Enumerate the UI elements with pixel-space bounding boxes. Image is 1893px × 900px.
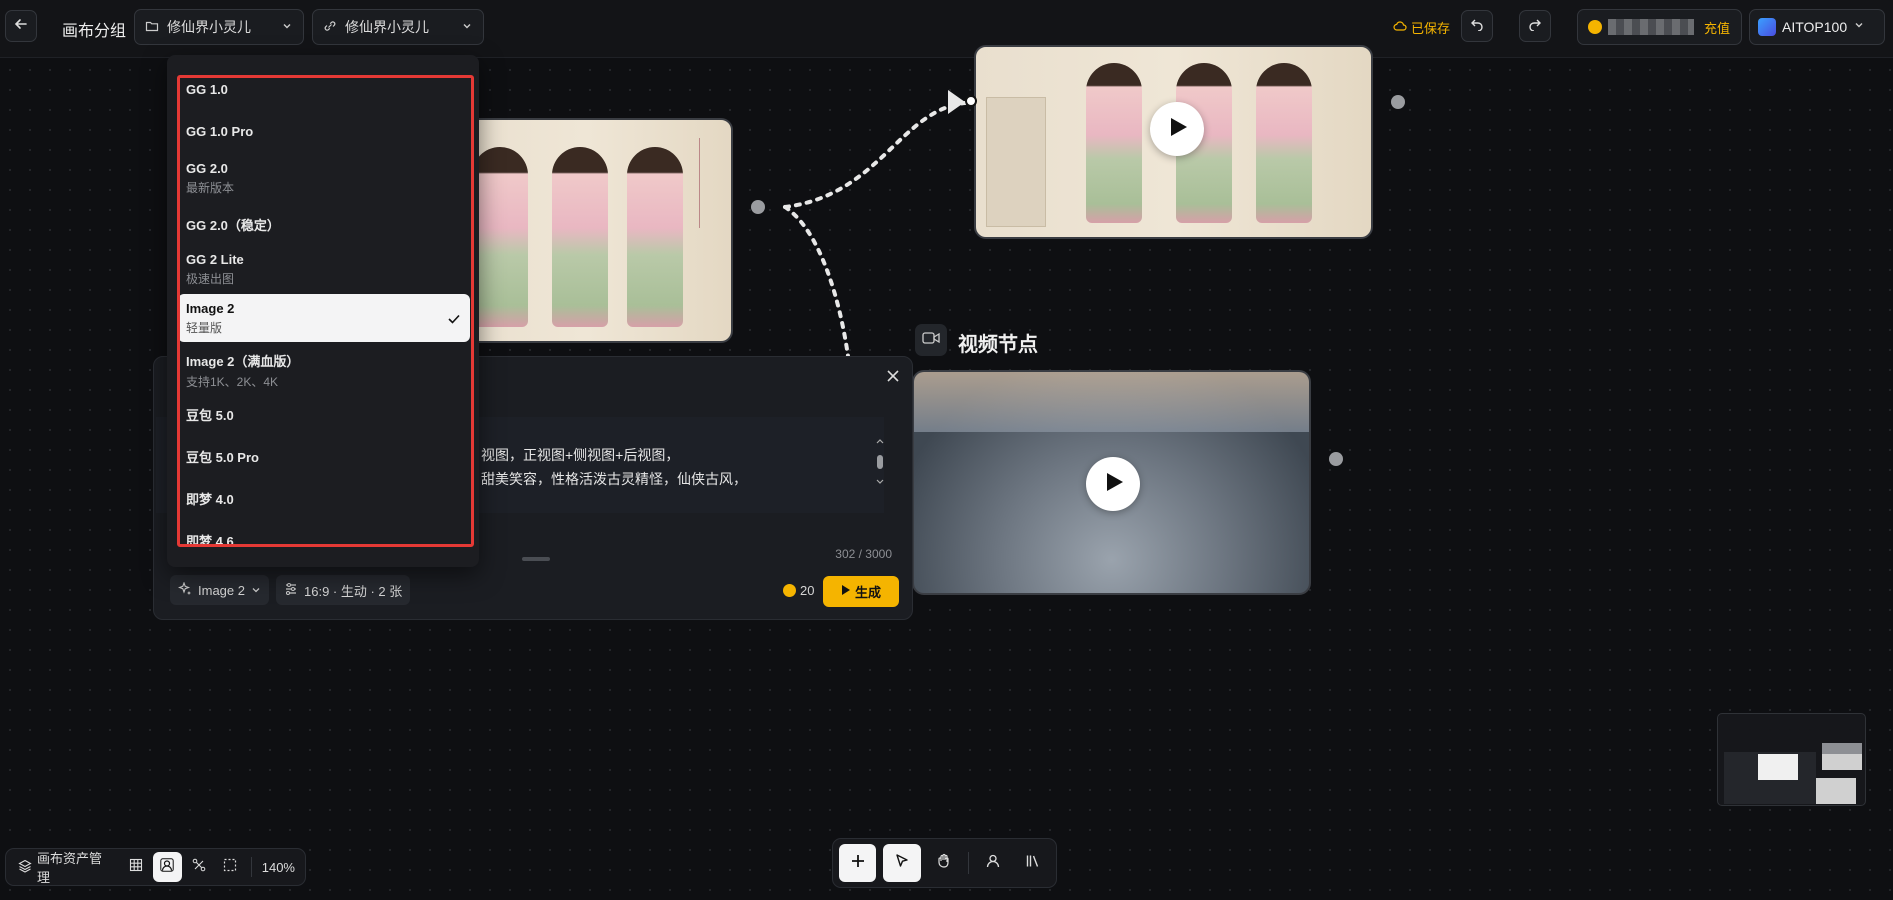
model-option[interactable]: 豆包 5.0 Pro [178, 447, 470, 477]
char-counter: 302 / 3000 [835, 547, 892, 561]
pan-tool-button[interactable] [928, 844, 961, 882]
character-figure [1086, 63, 1142, 223]
character-figure [1256, 63, 1312, 223]
zoom-level[interactable]: 140% [258, 860, 299, 875]
cursor-icon [894, 853, 910, 874]
sky-gradient [914, 372, 1309, 432]
canvas-tools-toolbar [832, 838, 1057, 888]
sliders-icon [284, 582, 298, 599]
model-option[interactable]: 即梦 4.0 [178, 489, 470, 519]
character-figure [627, 147, 683, 327]
close-panel-button[interactable] [886, 369, 900, 388]
asset-manager-label: 画布资产管理 [37, 851, 103, 885]
layers-icon [18, 859, 32, 876]
prompt-line-2: 甜美笑容，性格活泼古灵精怪，仙侠古风， [481, 471, 747, 487]
calligraphy-decoration [699, 138, 721, 228]
generate-button-label: 生成 [854, 585, 881, 600]
play-button[interactable] [1150, 102, 1204, 156]
model-select-label: Image 2 [198, 582, 245, 598]
user-scan-icon [160, 857, 174, 877]
workflow-icon [192, 858, 206, 877]
video-camera-icon [922, 331, 940, 350]
cost-value: 20 [800, 583, 815, 598]
color-swatch-panel [986, 97, 1046, 227]
select-tool-button[interactable] [883, 844, 921, 882]
minimap-node [1816, 778, 1856, 804]
coin-icon [783, 584, 796, 597]
video-node-badge [915, 324, 947, 356]
generation-cost: 20 [783, 583, 814, 598]
play-icon [1166, 117, 1188, 142]
character-figure [552, 147, 608, 327]
play-button[interactable] [1086, 457, 1140, 511]
play-icon [841, 584, 851, 599]
model-option[interactable]: 即梦 4.6 [178, 531, 470, 547]
plus-icon [850, 853, 866, 874]
node-connector-dot[interactable] [1329, 452, 1343, 466]
hand-icon [936, 853, 952, 874]
minimap-node [1758, 754, 1798, 780]
video-node-title: 视频节点 [958, 334, 1038, 356]
divider [250, 857, 252, 877]
image-node-character-sheet[interactable] [440, 118, 733, 343]
character-tool-button[interactable] [976, 844, 1009, 882]
library-button[interactable] [1017, 844, 1050, 882]
model-option[interactable]: 豆包 5.0 [178, 405, 470, 435]
select-frame-button[interactable] [215, 852, 244, 882]
model-option[interactable]: GG 2 Lite 极速出图 [178, 252, 470, 294]
workflow-button[interactable] [184, 852, 213, 882]
character-figure [472, 147, 528, 327]
asset-manager-button[interactable]: 画布资产管理 [12, 851, 119, 885]
grid-view-button[interactable] [121, 852, 150, 882]
play-icon [1102, 472, 1124, 497]
prompt-line-1: 视图，正视图+侧视图+后视图， [481, 447, 680, 463]
library-icon [1025, 853, 1041, 874]
chevron-down-icon [251, 583, 261, 598]
minimap-node [1822, 743, 1862, 770]
model-option[interactable]: GG 2.0（稳定） [178, 215, 470, 245]
model-select-chip[interactable]: Image 2 [170, 575, 269, 605]
character-mode-button[interactable] [152, 852, 182, 882]
settings-chip[interactable]: 16:9 · 生动 · 2 张 [276, 575, 411, 605]
textarea-scrollbar[interactable] [874, 437, 886, 487]
model-option[interactable]: Image 2（满血版） 支持1K、2K、4K [178, 351, 470, 393]
add-node-button[interactable] [839, 844, 877, 882]
checkmark-icon [448, 311, 460, 329]
video-node-preview[interactable] [912, 370, 1311, 595]
bottom-left-toolbar: 画布资产管理 140% [5, 848, 306, 886]
model-option-selected[interactable]: Image 2 轻量版 [178, 294, 470, 342]
model-option[interactable]: GG 2.0 最新版本 [178, 161, 470, 203]
resize-handle[interactable] [522, 557, 550, 561]
sparkle-icon [177, 580, 192, 599]
model-option[interactable]: GG 1.0 [178, 82, 470, 112]
divider [968, 852, 970, 874]
close-icon [886, 370, 900, 387]
node-connector-dot[interactable] [1391, 95, 1405, 109]
settings-label: 16:9 · 生动 · 2 张 [304, 583, 403, 599]
node-connector-dot[interactable] [751, 200, 765, 214]
generate-button[interactable]: 生成 [823, 576, 899, 607]
dashed-square-icon [223, 858, 237, 877]
user-icon [985, 853, 1001, 874]
image-node-character-video[interactable] [974, 45, 1373, 239]
grid-icon [129, 858, 143, 877]
minimap[interactable] [1717, 713, 1866, 806]
model-option[interactable]: GG 1.0 Pro [178, 124, 470, 154]
node-input-dot[interactable] [965, 95, 977, 107]
